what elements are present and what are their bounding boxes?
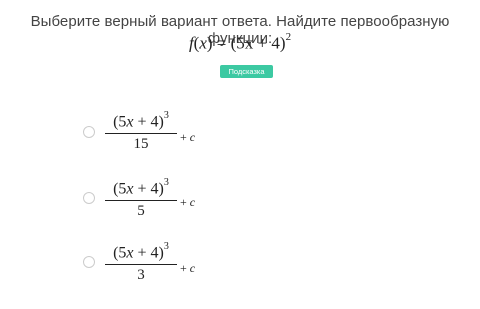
hint-button[interactable]: Подсказка: [220, 65, 273, 78]
denominator-option-3: 3: [137, 267, 145, 284]
numerator-close: + 4): [133, 113, 164, 131]
plus-sign: +: [180, 261, 187, 275]
numerator-open: (5: [113, 244, 127, 262]
formula-expression: (5x + 4): [230, 33, 286, 53]
denominator-option-1: 15: [133, 136, 149, 153]
fraction-option-1: (5x + 4)3 15: [105, 109, 177, 152]
plus-sign: +: [180, 130, 187, 144]
answer-option-3[interactable]: (5x + 4)3 3 + c: [80, 240, 220, 286]
fraction-option-3: (5x + 4)3 3: [105, 240, 177, 283]
numerator-close: + 4): [133, 244, 164, 262]
denominator-option-2: 5: [137, 203, 145, 220]
fraction-option-2: (5x + 4)3 5: [105, 176, 177, 219]
numerator-close: + 4): [133, 180, 164, 198]
numerator-open: (5: [113, 180, 127, 198]
numerator-variable: x: [126, 244, 134, 262]
numerator-open: (5: [113, 113, 127, 131]
radio-button-option-1[interactable]: [83, 126, 95, 138]
formula-argument: x: [199, 33, 207, 53]
constant-c: c: [189, 261, 196, 275]
numerator-exponent: 3: [163, 177, 169, 188]
numerator-exponent: 3: [163, 110, 169, 121]
numerator-variable: x: [126, 113, 134, 131]
plus-sign: +: [180, 195, 187, 209]
constant-c: c: [189, 130, 196, 144]
constant-option-3: + c: [180, 261, 195, 276]
constant-c: c: [189, 195, 196, 209]
radio-button-option-3[interactable]: [83, 256, 95, 268]
fraction-bar: [105, 133, 177, 135]
function-formula: f(x) = (5x + 4)2: [188, 31, 292, 53]
radio-button-option-2[interactable]: [83, 192, 95, 204]
numerator-option-3: (5x + 4)3: [105, 240, 177, 262]
numerator-exponent: 3: [163, 241, 169, 252]
numerator-variable: x: [126, 180, 134, 198]
fraction-bar: [105, 200, 177, 202]
numerator-option-2: (5x + 4)3: [105, 176, 177, 198]
answer-option-2[interactable]: (5x + 4)3 5 + c: [80, 176, 220, 222]
formula-exponent: 2: [285, 31, 292, 43]
constant-option-1: + c: [180, 130, 195, 145]
fraction-bar: [105, 264, 177, 266]
formula-function-name: f: [188, 33, 194, 53]
numerator-option-1: (5x + 4)3: [105, 109, 177, 131]
answer-option-1[interactable]: (5x + 4)3 15 + c: [80, 109, 220, 155]
constant-option-2: + c: [180, 195, 195, 210]
